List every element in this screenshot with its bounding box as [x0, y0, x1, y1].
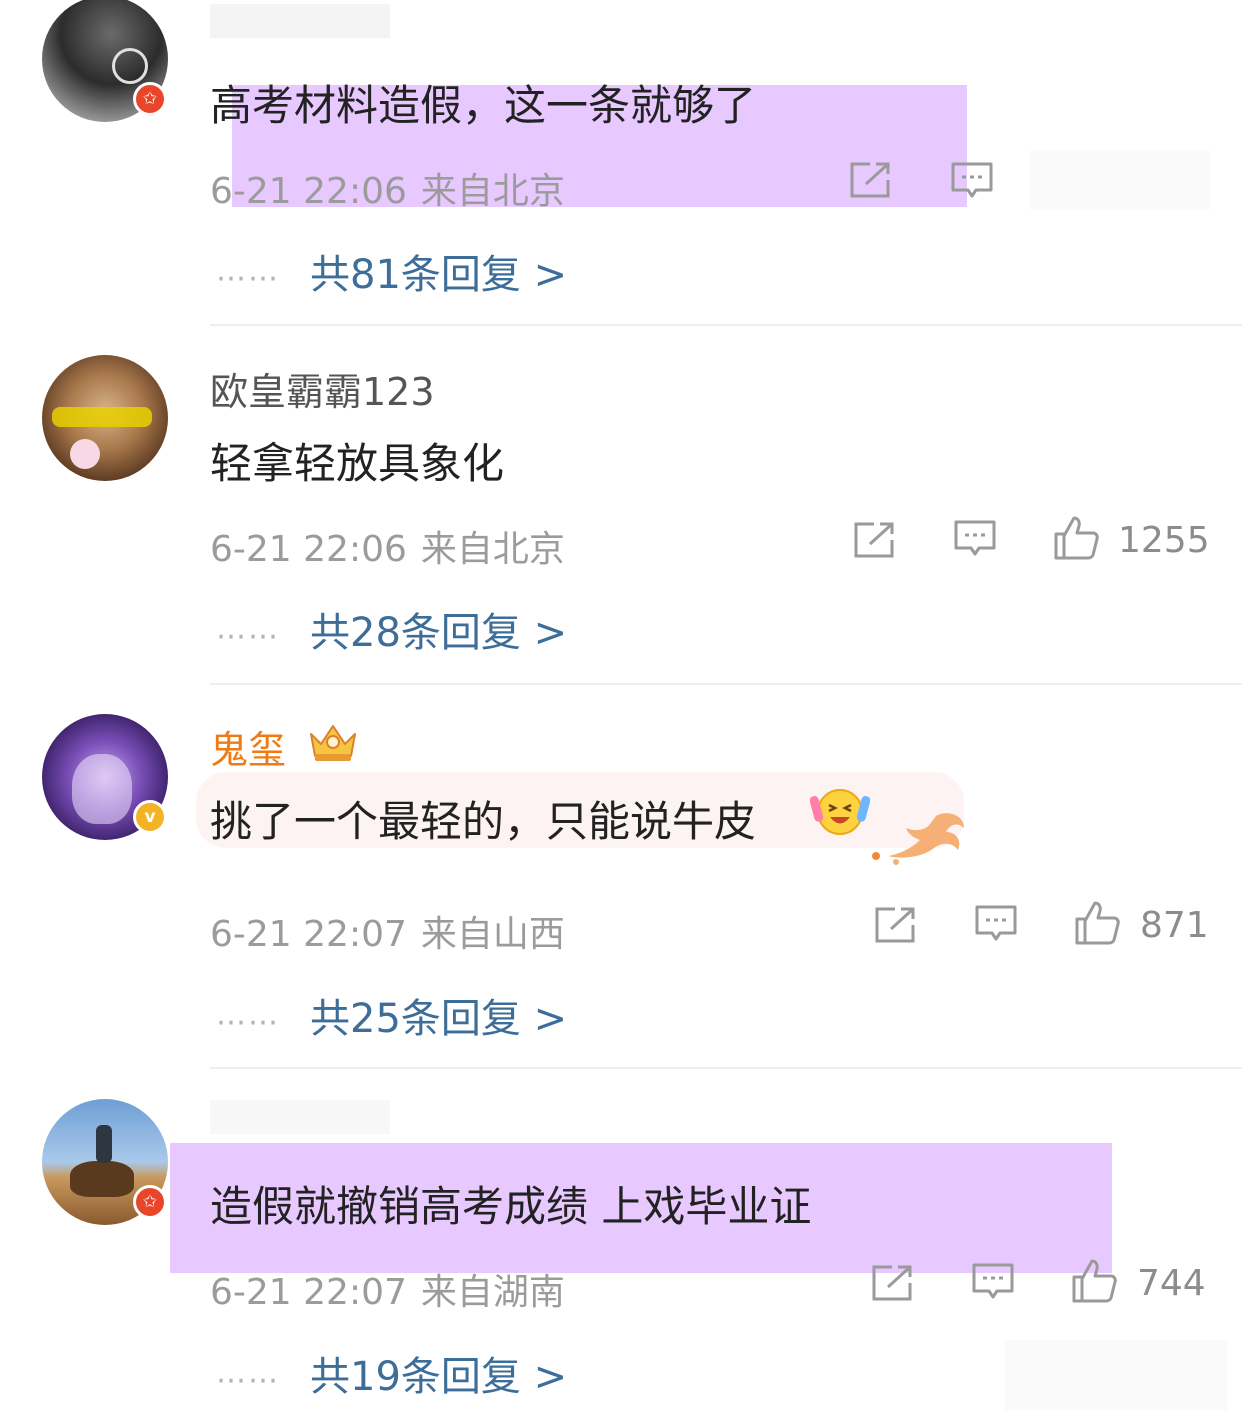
- comment-icon[interactable]: [971, 1261, 1015, 1309]
- like-icon[interactable]: [1052, 514, 1100, 566]
- comment-icon[interactable]: [953, 518, 997, 566]
- dots: ……: [216, 253, 280, 289]
- comment-time: 6-21 22:06: [210, 171, 407, 212]
- comment-text: 造假就撤销高考成绩 上戏毕业证: [210, 1182, 812, 1231]
- share-icon[interactable]: [870, 1263, 914, 1307]
- red-star-badge-icon: ✩: [133, 1185, 167, 1219]
- hidden-username: [210, 4, 390, 38]
- username[interactable]: 鬼玺: [210, 719, 286, 774]
- dots: ……: [216, 997, 280, 1033]
- red-star-badge-icon: ✩: [133, 82, 167, 116]
- avatar[interactable]: [42, 355, 168, 481]
- share-icon[interactable]: [852, 520, 896, 564]
- avatar[interactable]: v: [42, 714, 168, 840]
- view-replies-link[interactable]: 共25条回复 >: [310, 996, 567, 1042]
- comment-time: 6-21 22:07: [210, 1272, 407, 1313]
- like-count: 871: [1140, 905, 1209, 946]
- hidden-username: [210, 1100, 390, 1134]
- avatar[interactable]: ✩: [42, 1099, 168, 1225]
- avatar[interactable]: ✩: [42, 0, 168, 122]
- comment-text: 轻拿轻放具象化: [210, 439, 505, 488]
- like-count: 1255: [1118, 520, 1210, 561]
- crown-vip-icon: [305, 720, 361, 768]
- phoenix-decoration-icon: [866, 806, 970, 874]
- comment-location: 来自北京: [420, 529, 565, 570]
- hidden-corner-area: [1005, 1340, 1227, 1410]
- comment-text: 挑了一个最轻的，只能说牛皮: [210, 797, 757, 846]
- comment-icon[interactable]: [950, 160, 994, 208]
- replies-row[interactable]: …… 共28条回复 >: [216, 600, 567, 658]
- comment-time: 6-21 22:06: [210, 529, 407, 570]
- dots: ……: [216, 1355, 280, 1391]
- comment-meta: 6-21 22:07 来自山西: [210, 905, 565, 957]
- hidden-like-area: [1030, 150, 1210, 210]
- comment-icon[interactable]: [974, 903, 1018, 951]
- comment-location: 来自北京: [420, 171, 565, 212]
- share-icon[interactable]: [848, 160, 892, 204]
- gold-v-badge-icon: v: [133, 800, 167, 834]
- replies-row[interactable]: …… 共25条回复 >: [216, 986, 567, 1044]
- view-replies-link[interactable]: 共19条回复 >: [310, 1354, 567, 1400]
- view-replies-link[interactable]: 共28条回复 >: [310, 610, 567, 656]
- share-icon[interactable]: [873, 905, 917, 949]
- like-count: 744: [1137, 1263, 1206, 1304]
- comment-meta: 6-21 22:06 来自北京: [210, 162, 565, 214]
- comment-text: 高考材料造假，这一条就够了: [210, 81, 757, 130]
- replies-row[interactable]: …… 共81条回复 >: [216, 242, 567, 300]
- comment-location: 来自湖南: [420, 1272, 565, 1313]
- laughing-emoji-icon: [809, 784, 871, 844]
- username[interactable]: 欧皇霸霸123: [210, 361, 435, 416]
- view-replies-link[interactable]: 共81条回复 >: [310, 252, 567, 298]
- like-icon[interactable]: [1073, 899, 1121, 951]
- replies-row[interactable]: …… 共19条回复 >: [216, 1344, 567, 1402]
- like-icon[interactable]: [1070, 1257, 1118, 1309]
- divider: [210, 324, 1242, 326]
- comment-meta: 6-21 22:07 来自湖南: [210, 1263, 565, 1315]
- divider: [210, 1067, 1242, 1069]
- comment-time: 6-21 22:07: [210, 914, 407, 955]
- comment-meta: 6-21 22:06 来自北京: [210, 520, 565, 572]
- divider: [210, 683, 1242, 685]
- comment-location: 来自山西: [420, 914, 565, 955]
- dots: ……: [216, 611, 280, 647]
